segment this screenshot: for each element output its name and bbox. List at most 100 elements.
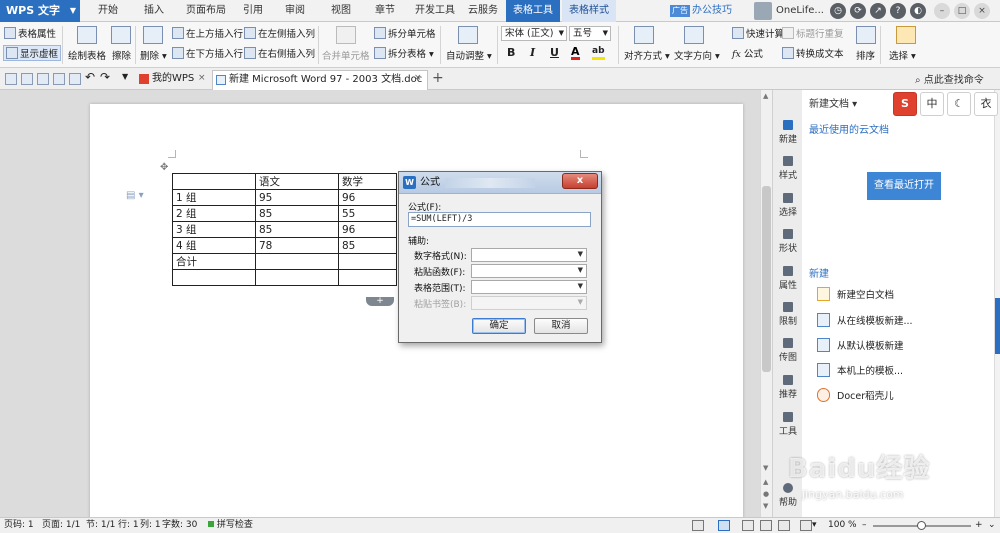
save-icon[interactable] [21, 73, 33, 85]
rail-item-shapes[interactable]: 形状 [773, 229, 803, 254]
paste-bookmark-select[interactable]: ▼ [471, 296, 587, 310]
draw-table-button[interactable]: 绘制表格 [68, 48, 106, 62]
table-row[interactable]: 语文 数学 [172, 173, 397, 190]
rail-item-select[interactable]: 选择 [773, 193, 803, 218]
auto-fit-button[interactable]: 自动调整 ▾ [446, 48, 492, 62]
rail-item-properties[interactable]: 属性 [773, 266, 803, 291]
sync-icon[interactable]: ⟳ [850, 3, 866, 19]
close-icon[interactable]: × [974, 3, 990, 19]
avatar[interactable] [754, 2, 772, 20]
zoom-out-icon[interactable]: – [862, 519, 867, 532]
clock-icon[interactable]: ◷ [830, 3, 846, 19]
tab-review[interactable]: 审阅 [276, 0, 314, 22]
table-cell[interactable]: 96 [338, 189, 397, 206]
insert-col-left-button[interactable]: 在左侧插入列 [244, 26, 315, 40]
open-icon[interactable] [5, 73, 17, 85]
font-name-select[interactable]: 宋体 (正文) ▼ [501, 26, 567, 41]
app-menu-button[interactable]: WPS 文字 ▼ [0, 0, 80, 22]
vertical-scrollbar[interactable]: ▲ ▼ ▲ ● ▼ [760, 90, 772, 517]
table-row[interactable]: 1 组 95 96 [172, 189, 397, 206]
preview-icon[interactable] [69, 73, 81, 85]
tab-table-tools[interactable]: 表格工具 [506, 0, 560, 22]
table-cell[interactable]: 2 组 [172, 205, 256, 222]
share-icon[interactable]: ↗ [870, 3, 886, 19]
office-tips-link[interactable]: 办公技巧 [692, 0, 732, 22]
table-cell[interactable] [338, 253, 397, 270]
task-pane-edge[interactable] [994, 90, 1000, 517]
highlight-button[interactable]: ab [592, 46, 605, 60]
status-word-count[interactable]: 字数: 30 [162, 519, 197, 532]
tab-home[interactable]: 开始 [88, 0, 128, 22]
spell-check-button[interactable]: 拼写检查 [208, 519, 253, 532]
table-cell[interactable] [255, 253, 339, 270]
font-size-select[interactable]: 五号 ▼ [569, 26, 611, 41]
online-template-link[interactable]: 从在线模板新建... [817, 313, 913, 327]
table-cell[interactable]: 3 组 [172, 221, 256, 238]
table-cell[interactable]: 语文 [255, 173, 339, 190]
table-cell[interactable]: 1 组 [172, 189, 256, 206]
table-cell[interactable]: 95 [255, 189, 339, 206]
scroll-up-icon[interactable]: ▲ [763, 92, 768, 100]
default-template-link[interactable]: 从默认模板新建 [817, 338, 904, 352]
rail-item-styles[interactable]: 样式 [773, 156, 803, 181]
new-doc-dropdown[interactable]: 新建文档 ▾ [809, 95, 857, 110]
new-tab-button[interactable]: + [432, 70, 444, 86]
convert-to-text-button[interactable]: 转换成文本 [782, 46, 844, 60]
add-row-button[interactable]: + [366, 297, 394, 306]
ime-chinese-mode-icon[interactable]: 中 [920, 92, 944, 116]
zoom-in-icon[interactable]: + [975, 519, 983, 532]
split-cells-button[interactable]: 拆分单元格 [374, 26, 436, 40]
page-view-icon[interactable] [718, 520, 730, 531]
sort-button[interactable]: 排序 [856, 48, 875, 62]
tab-references[interactable]: 引用 [236, 0, 270, 22]
tab-view[interactable]: 视图 [322, 0, 360, 22]
rail-item-help[interactable]: 帮助 [773, 483, 803, 508]
customize-dropdown-icon[interactable]: ▼ [122, 72, 134, 84]
rail-item-restrict[interactable]: 限制 [773, 302, 803, 327]
table-row[interactable]: 3 组 85 96 [172, 221, 397, 238]
prev-page-icon[interactable]: ▲ [763, 478, 768, 486]
eye-protect-icon[interactable] [800, 520, 812, 531]
show-gridlines-button[interactable]: 显示虚框 [3, 45, 62, 61]
select-button[interactable]: 选择 ▾ [889, 48, 916, 62]
table-cell[interactable]: 合计 [172, 253, 256, 270]
view-recent-button[interactable]: 查看最近打开 [867, 172, 941, 200]
table-cell[interactable] [172, 269, 256, 286]
table-cell[interactable]: 数学 [338, 173, 397, 190]
local-template-link[interactable]: 本机上的模板... [817, 363, 903, 377]
paste-function-select[interactable]: ▼ [471, 264, 587, 278]
close-icon[interactable]: × [198, 73, 206, 83]
table-row[interactable]: 2 组 85 55 [172, 205, 397, 222]
table-cell[interactable]: 78 [255, 237, 339, 254]
table-range-select[interactable]: ▼ [471, 280, 587, 294]
expand-icon[interactable]: ⌄ [988, 519, 996, 532]
outline-view-icon[interactable] [742, 520, 754, 531]
document-canvas[interactable]: ✥ ▤ ▾ 语文 数学 1 组 95 96 2 组 85 55 3 组 85 96 4 组 78 85 合计… [0, 90, 760, 517]
scroll-thumb[interactable] [762, 186, 771, 372]
table-cell[interactable]: 55 [338, 205, 397, 222]
ime-logo-icon[interactable]: S [893, 92, 917, 116]
new-blank-doc-link[interactable]: 新建空白文档 [817, 287, 894, 301]
table-row[interactable] [172, 269, 397, 286]
tab-developer[interactable]: 开发工具 [410, 0, 460, 22]
export-pdf-icon[interactable] [37, 73, 49, 85]
table-cell[interactable] [255, 269, 339, 286]
minimize-icon[interactable]: – [934, 3, 950, 19]
table-cell[interactable]: 85 [255, 221, 339, 238]
undo-icon[interactable]: ↶ [85, 70, 97, 84]
skin-icon[interactable]: 衣 [974, 92, 998, 116]
table-row[interactable]: 合计 [172, 253, 397, 270]
font-color-button[interactable]: A [571, 46, 580, 60]
split-table-button[interactable]: 拆分表格 ▾ [374, 46, 434, 60]
rail-item-recommend[interactable]: 推荐 [773, 375, 803, 400]
select-browse-icon[interactable]: ● [763, 490, 769, 498]
underline-button[interactable]: U [550, 46, 559, 59]
data-table[interactable]: 语文 数学 1 组 95 96 2 组 85 55 3 组 85 96 4 组 78 85 合计 [172, 173, 397, 286]
redo-icon[interactable]: ↷ [100, 70, 112, 84]
tab-chapter[interactable]: 章节 [366, 0, 404, 22]
docer-link[interactable]: Docer稻壳儿 [817, 388, 894, 402]
find-command-input[interactable]: ⌕ 点此查找命令 [915, 71, 984, 86]
delete-button[interactable]: 删除 ▾ [140, 48, 167, 62]
user-name[interactable]: OneLife... [776, 0, 824, 22]
insert-col-right-button[interactable]: 在右侧插入列 [244, 46, 315, 60]
